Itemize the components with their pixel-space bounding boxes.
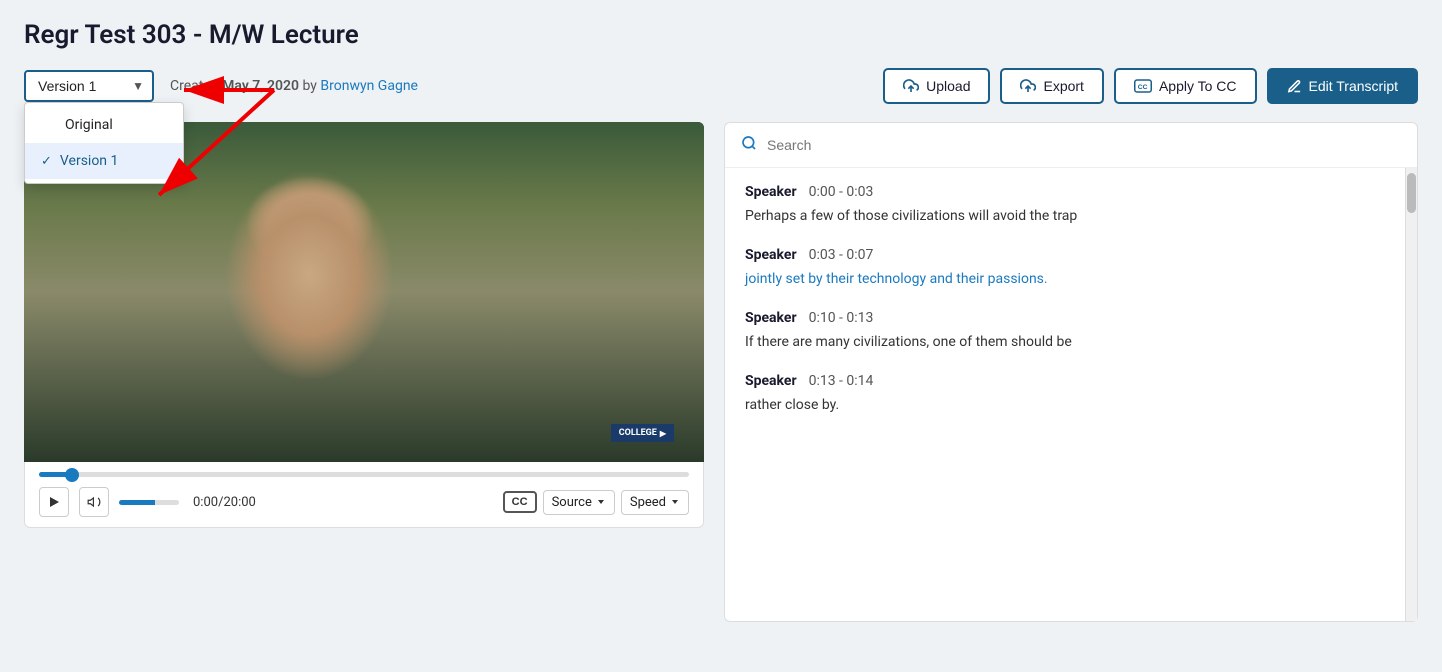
- apply-cc-button[interactable]: CC Apply To CC: [1114, 68, 1257, 104]
- speaker-label-0: Speaker: [745, 184, 797, 200]
- search-icon: [741, 135, 757, 155]
- dropdown-item-version1-label: Version 1: [60, 153, 118, 169]
- progress-bar-wrapper[interactable]: [39, 472, 689, 477]
- video-controls: 0:00/20:00 CC Source Speed: [24, 462, 704, 528]
- created-label: Created: [170, 78, 219, 94]
- transcript-text-0: Perhaps a few of those civilizations wil…: [745, 206, 1397, 227]
- dropdown-item-original-label: Original: [65, 117, 113, 133]
- source-label: Source: [552, 495, 592, 510]
- top-bar-left: Version 1 ▼ Original ✓ Version 1: [24, 70, 418, 102]
- play-button[interactable]: [39, 487, 69, 517]
- search-bar: [725, 123, 1417, 168]
- export-button[interactable]: Export: [1000, 68, 1103, 104]
- volume-icon: [87, 495, 101, 509]
- speed-label: Speed: [630, 495, 666, 510]
- upload-icon: [903, 78, 919, 94]
- scrollbar-thumb[interactable]: [1407, 173, 1416, 213]
- upload-label: Upload: [926, 78, 970, 94]
- created-date: May 7, 2020: [222, 78, 299, 94]
- top-bar-right: Upload Export CC Apply To CC: [883, 68, 1418, 104]
- transcript-entry-0: Speaker 0:00 - 0:03 Perhaps a few of tho…: [745, 184, 1397, 227]
- time-total: 20:00: [223, 495, 255, 510]
- created-by: by: [303, 78, 317, 94]
- time-range-3: 0:13 - 0:14: [809, 373, 874, 389]
- main-content: COLLEGE: [24, 122, 1418, 622]
- transcript-entry-3: Speaker 0:13 - 0:14 rather close by.: [745, 373, 1397, 416]
- svg-text:CC: CC: [1138, 84, 1148, 91]
- dropdown-item-original[interactable]: Original: [25, 107, 183, 143]
- speaker-line-2: Speaker 0:10 - 0:13: [745, 310, 1397, 326]
- volume-slider[interactable]: [119, 500, 179, 505]
- version-select[interactable]: Version 1: [24, 70, 154, 102]
- transcript-content: Speaker 0:00 - 0:03 Perhaps a few of tho…: [725, 168, 1417, 621]
- progress-knob[interactable]: [65, 468, 79, 482]
- speaker-label-1: Speaker: [745, 247, 797, 263]
- play-icon: [48, 496, 60, 508]
- college-badge: COLLEGE: [611, 424, 674, 442]
- export-label: Export: [1043, 78, 1083, 94]
- speed-dropdown[interactable]: Speed: [621, 490, 689, 515]
- transcript-text-3: rather close by.: [745, 395, 1397, 416]
- page-title: Regr Test 303 - M/W Lecture: [24, 20, 1418, 50]
- created-author: Bronwyn Gagne: [320, 78, 418, 94]
- speed-chevron-icon: [670, 497, 680, 507]
- volume-button[interactable]: [79, 487, 109, 517]
- transcript-text-2: If there are many civilizations, one of …: [745, 332, 1397, 353]
- created-info: Created May 7, 2020 by Bronwyn Gagne: [170, 78, 418, 94]
- checkmark-icon: ✓: [41, 154, 52, 169]
- controls-row: 0:00/20:00 CC Source Speed: [39, 487, 689, 517]
- transcript-entry-1: Speaker 0:03 - 0:07 jointly set by their…: [745, 247, 1397, 290]
- speaker-label-2: Speaker: [745, 310, 797, 326]
- transcript-text-1: jointly set by their technology and thei…: [745, 269, 1397, 290]
- time-range-1: 0:03 - 0:07: [809, 247, 874, 263]
- controls-right: CC Source Speed: [503, 490, 689, 515]
- search-input[interactable]: [767, 137, 1401, 153]
- dropdown-item-version1[interactable]: ✓ Version 1: [25, 143, 183, 179]
- edit-transcript-button[interactable]: Edit Transcript: [1267, 68, 1418, 104]
- speaker-line-3: Speaker 0:13 - 0:14: [745, 373, 1397, 389]
- version-dropdown-menu: Original ✓ Version 1: [24, 102, 184, 184]
- cc-button[interactable]: CC: [503, 491, 537, 513]
- time-range-0: 0:00 - 0:03: [809, 184, 874, 200]
- time-range-2: 0:10 - 0:13: [809, 310, 874, 326]
- speaker-label-3: Speaker: [745, 373, 797, 389]
- progress-bar-track[interactable]: [39, 472, 689, 477]
- time-current: 0:00: [193, 495, 218, 510]
- speaker-line-0: Speaker 0:00 - 0:03: [745, 184, 1397, 200]
- transcript-entry-2: Speaker 0:10 - 0:13 If there are many ci…: [745, 310, 1397, 353]
- speaker-line-1: Speaker 0:03 - 0:07: [745, 247, 1397, 263]
- top-bar: Version 1 ▼ Original ✓ Version 1: [24, 68, 1418, 104]
- scrollbar-area[interactable]: [1405, 168, 1417, 621]
- version-select-wrapper: Version 1 ▼ Original ✓ Version 1: [24, 70, 154, 102]
- export-icon: [1020, 78, 1036, 94]
- source-chevron-icon: [596, 497, 606, 507]
- time-display: 0:00/20:00: [193, 495, 256, 510]
- edit-transcript-label: Edit Transcript: [1309, 78, 1398, 94]
- source-dropdown[interactable]: Source: [543, 490, 615, 515]
- transcript-panel: Speaker 0:00 - 0:03 Perhaps a few of tho…: [724, 122, 1418, 622]
- pencil-icon: [1287, 79, 1302, 94]
- cc-icon: CC: [1134, 79, 1152, 93]
- apply-cc-label: Apply To CC: [1159, 78, 1237, 94]
- upload-button[interactable]: Upload: [883, 68, 990, 104]
